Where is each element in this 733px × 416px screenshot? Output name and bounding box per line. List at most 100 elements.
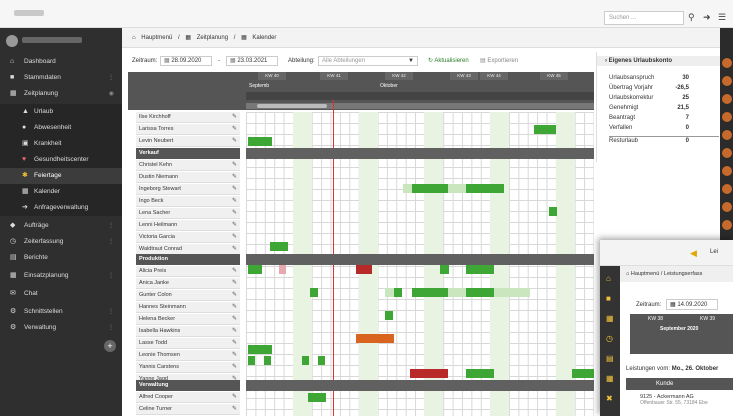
absence-bar[interactable]: [448, 184, 466, 193]
avatar[interactable]: [722, 184, 732, 194]
edit-icon[interactable]: ✎: [232, 266, 237, 277]
person-row[interactable]: Leonie Thomsen ✎: [136, 350, 240, 361]
zeitraum-input[interactable]: ▦ 14.09.2020: [666, 299, 718, 310]
sidebar-item-urlaub[interactable]: ▲ Urlaub: [0, 104, 122, 120]
sidebar-item-zeiterfassung[interactable]: ◷ Zeiterfassung ⋮: [0, 234, 122, 250]
avatar[interactable]: [722, 202, 732, 212]
person-row[interactable]: Anica Janke ✎: [136, 278, 240, 289]
edit-icon[interactable]: ✎: [232, 112, 237, 123]
exportieren-button[interactable]: ▤ Exportieren: [480, 56, 518, 66]
edit-icon[interactable]: ✎: [232, 172, 237, 183]
breadcrumb-home[interactable]: Hauptmenü: [141, 35, 172, 41]
absence-bar[interactable]: [466, 288, 494, 297]
absence-bar[interactable]: [248, 265, 262, 274]
sidebar-item-gesundheitscenter[interactable]: ♥ Gesundheitscenter: [0, 152, 122, 168]
edit-icon[interactable]: ✎: [232, 184, 237, 195]
edit-icon[interactable]: ✎: [232, 314, 237, 325]
absence-bar[interactable]: [494, 288, 530, 297]
doc-icon[interactable]: ▤: [606, 354, 614, 363]
absence-bar[interactable]: [385, 311, 393, 320]
edit-icon[interactable]: ✎: [232, 338, 237, 349]
absence-bar[interactable]: [572, 369, 594, 378]
sidebar-item-kalender[interactable]: ▦ Kalender: [0, 184, 122, 200]
person-row[interactable]: Levin Neubert ✎: [136, 136, 240, 147]
timeline-scroll-thumb[interactable]: [257, 104, 327, 108]
absence-bar[interactable]: [248, 137, 272, 146]
abteilung-select[interactable]: Alle Abteilungen ▼: [318, 56, 418, 66]
absence-bar[interactable]: [466, 265, 494, 274]
folder-icon[interactable]: ■: [606, 294, 611, 303]
absence-bar[interactable]: [308, 393, 326, 402]
person-row[interactable]: Celine Turner ✎: [136, 404, 240, 415]
clock-icon[interactable]: ◷: [606, 334, 613, 343]
avatar[interactable]: [722, 220, 732, 230]
calendar-icon[interactable]: ▦: [606, 314, 614, 323]
avatar[interactable]: [722, 112, 732, 122]
edit-icon[interactable]: ✎: [232, 362, 237, 373]
edit-icon[interactable]: ✎: [232, 220, 237, 231]
absence-bar[interactable]: [394, 288, 402, 297]
date-to-input[interactable]: ▦ 23.03.2021: [226, 56, 278, 66]
user-profile[interactable]: [6, 34, 116, 48]
breadcrumb-home[interactable]: Hauptmenü: [631, 271, 659, 277]
absence-bar[interactable]: [466, 184, 504, 193]
edit-icon[interactable]: ✎: [232, 136, 237, 147]
table-icon[interactable]: ▦: [606, 374, 614, 383]
person-row[interactable]: Ingo Beck ✎: [136, 196, 240, 207]
person-row[interactable]: Yannis Carstens ✎: [136, 362, 240, 373]
edit-icon[interactable]: ✎: [232, 404, 237, 415]
edit-icon[interactable]: ✎: [232, 232, 237, 243]
absence-bar[interactable]: [248, 345, 272, 354]
sidebar-item-schnittstellen[interactable]: ⚙ Schnittstellen ⋮: [0, 304, 122, 320]
absence-bar[interactable]: [310, 288, 318, 297]
avatar[interactable]: [722, 94, 732, 104]
absence-bar[interactable]: [318, 356, 325, 365]
avatar[interactable]: [722, 58, 732, 68]
person-row[interactable]: Gunter Colon ✎: [136, 290, 240, 301]
sidebar-item-dashboard[interactable]: ⌂ Dashboard: [0, 54, 122, 70]
person-row[interactable]: Ilse Kirchhoff ✎: [136, 112, 240, 123]
absence-bar[interactable]: [385, 288, 394, 297]
person-row[interactable]: Hannes Steinmann ✎: [136, 302, 240, 313]
edit-icon[interactable]: ✎: [232, 302, 237, 313]
edit-icon[interactable]: ✎: [232, 326, 237, 337]
absence-bar[interactable]: [403, 184, 412, 193]
avatar[interactable]: [722, 76, 732, 86]
person-row[interactable]: Dustin Niemann ✎: [136, 172, 240, 183]
edit-icon[interactable]: ✎: [232, 278, 237, 289]
search-icon[interactable]: ⚲: [688, 12, 695, 23]
sidebar-item-chat[interactable]: ✉ Chat: [0, 286, 122, 302]
sidebar-item-abwesenheit[interactable]: ● Abwesenheit: [0, 120, 122, 136]
sidebar-item-auftraege[interactable]: ◆ Aufträge ⋮: [0, 218, 122, 234]
sidebar-item-einsatzplanung[interactable]: ▦ Einsatzplanung ⋮: [0, 268, 122, 284]
absence-bar[interactable]: [412, 184, 448, 193]
person-row[interactable]: Ingeborg Stewart ✎: [136, 184, 240, 195]
absence-bar[interactable]: [410, 369, 448, 378]
sidebar-item-verwaltung[interactable]: ⚙ Verwaltung ⋮: [0, 320, 122, 336]
edit-icon[interactable]: ✎: [232, 160, 237, 171]
person-row[interactable]: Alicia Preis ✎: [136, 266, 240, 277]
edit-icon[interactable]: ✎: [232, 290, 237, 301]
absence-bar[interactable]: [466, 369, 494, 378]
absence-bar[interactable]: [270, 242, 288, 251]
bell-icon[interactable]: ◀: [690, 248, 697, 259]
absence-bar[interactable]: [549, 207, 557, 216]
person-row[interactable]: Lenni Heilmann ✎: [136, 220, 240, 231]
person-row[interactable]: Victoria Garcia ✎: [136, 232, 240, 243]
person-row[interactable]: Lena Sacher ✎: [136, 208, 240, 219]
date-from-input[interactable]: ▦ 28.09.2020: [160, 56, 212, 66]
avatar[interactable]: [722, 148, 732, 158]
person-row[interactable]: Larissa Torres ✎: [136, 124, 240, 135]
absence-bar[interactable]: [302, 356, 309, 365]
customer-entry[interactable]: 9125 - Ackermann AG Offenbauer Str. 55, …: [640, 394, 708, 406]
menu-icon[interactable]: ☰: [718, 12, 726, 23]
edit-icon[interactable]: ✎: [232, 208, 237, 219]
add-button[interactable]: +: [104, 340, 116, 352]
absence-bar[interactable]: [448, 288, 466, 297]
edit-icon[interactable]: ✎: [232, 124, 237, 135]
absence-bar[interactable]: [534, 125, 556, 134]
aktualisieren-button[interactable]: ↻ Aktualisieren: [428, 56, 469, 66]
absence-bar[interactable]: [264, 356, 271, 365]
person-row[interactable]: Helena Becker ✎: [136, 314, 240, 325]
house-icon[interactable]: ⌂: [606, 274, 611, 283]
